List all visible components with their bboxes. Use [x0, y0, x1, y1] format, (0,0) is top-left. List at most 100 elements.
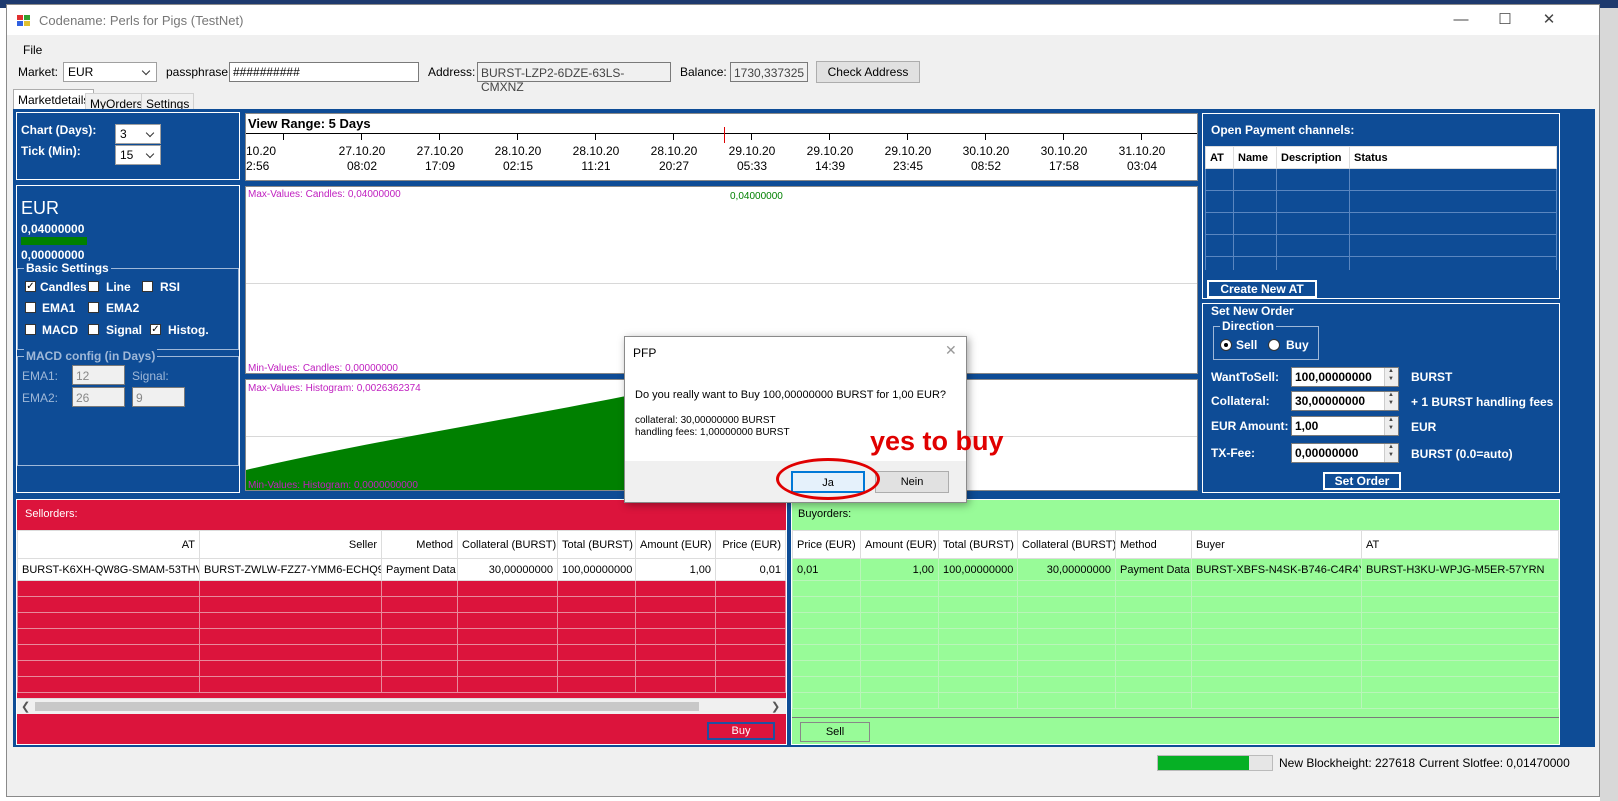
column-header[interactable]: Collateral (BURST)	[457, 530, 558, 559]
column-header[interactable]: Description	[1276, 146, 1350, 169]
sell-radio[interactable]	[1220, 339, 1232, 351]
tx-fee-input[interactable]: 0,00000000	[1291, 443, 1399, 463]
minimize-icon[interactable]: —	[1441, 9, 1481, 31]
maximize-icon[interactable]: ☐	[1485, 9, 1525, 31]
create-new-at-button[interactable]: Create New AT	[1207, 280, 1317, 298]
scroll-left-icon[interactable]: ❮	[21, 700, 30, 713]
column-header[interactable]: Status	[1349, 146, 1557, 169]
table-row[interactable]	[17, 628, 786, 645]
column-header[interactable]: Price (EUR)	[792, 530, 861, 559]
tick-time: 17:58	[1048, 159, 1080, 173]
scroll-right-icon[interactable]: ❯	[771, 700, 780, 713]
table-row[interactable]	[792, 644, 1559, 661]
want-to-sell-input[interactable]: 100,00000000	[1291, 367, 1399, 387]
table-row[interactable]	[792, 676, 1559, 693]
check-address-button[interactable]: Check Address	[816, 61, 920, 83]
progress-fill	[1158, 756, 1250, 770]
timeline-tick	[1063, 133, 1064, 140]
buyorders-table[interactable]: Price (EUR) Amount (EUR) Total (BURST) C…	[792, 530, 1559, 718]
column-header[interactable]: Method	[381, 530, 458, 559]
table-row[interactable]	[792, 612, 1559, 629]
signal-checkbox[interactable]	[88, 324, 99, 335]
payment-channels-table[interactable]: AT Name Description Status	[1205, 146, 1557, 270]
table-row[interactable]	[17, 612, 786, 629]
buy-radio[interactable]	[1268, 339, 1280, 351]
column-header[interactable]: Seller	[199, 530, 382, 559]
ema1-config-input[interactable]: 12	[72, 365, 125, 385]
tick-time: 23:45	[892, 159, 924, 173]
column-header[interactable]: AT	[1205, 146, 1234, 169]
tick-time: 03:04	[1126, 159, 1158, 173]
spinner-icon[interactable]	[1384, 417, 1398, 435]
macd-checkbox[interactable]	[25, 324, 36, 335]
ema1-checkbox[interactable]	[25, 302, 36, 313]
chart-days-select[interactable]: 3	[115, 124, 161, 144]
tick-value: 15	[120, 148, 134, 162]
column-header[interactable]: Price (EUR)	[715, 530, 786, 559]
column-header[interactable]: AT	[1361, 530, 1559, 559]
ema2-config-input[interactable]: 26	[72, 387, 125, 407]
column-header[interactable]: Amount (EUR)	[860, 530, 939, 559]
signal-config-label: Signal:	[132, 369, 169, 383]
table-row[interactable]	[1205, 168, 1557, 191]
no-button[interactable]: Nein	[875, 471, 949, 493]
ema2-checkbox[interactable]	[88, 302, 99, 313]
histog-checkbox[interactable]: ✓	[150, 324, 161, 335]
tick-select[interactable]: 15	[115, 145, 161, 165]
table-row[interactable]	[1205, 212, 1557, 235]
horizontal-scrollbar[interactable]: ❮ ❯	[17, 698, 786, 714]
sellorders-table[interactable]: AT Seller Method Collateral (BURST) Tota…	[17, 530, 786, 706]
column-header[interactable]: Amount (EUR)	[635, 530, 716, 559]
close-icon[interactable]: ✕	[1529, 9, 1569, 31]
market-info-panel: EUR 0,04000000 0,00000000 Basic Settings…	[16, 185, 240, 493]
table-row[interactable]	[17, 660, 786, 677]
spinner-icon[interactable]	[1384, 392, 1398, 410]
column-header[interactable]: Buyer	[1191, 530, 1362, 559]
table-row[interactable]	[1205, 234, 1557, 257]
table-row[interactable]	[792, 628, 1559, 645]
set-order-button[interactable]: Set Order	[1323, 472, 1401, 490]
title-bar[interactable]: Codename: Perls for Pigs (TestNet) — ☐ ✕	[7, 5, 1599, 35]
table-row[interactable]	[17, 580, 786, 597]
table-row[interactable]: 0,01 1,00 100,00000000 30,00000000 Payme…	[792, 558, 1559, 581]
table-row[interactable]	[17, 644, 786, 661]
column-header[interactable]: AT	[17, 530, 200, 559]
column-header[interactable]: Total (BURST)	[938, 530, 1018, 559]
table-row[interactable]	[17, 676, 786, 693]
spinner-icon[interactable]	[1384, 444, 1398, 462]
table-row[interactable]	[792, 596, 1559, 613]
tick-date: 29.10.20	[884, 144, 932, 158]
balance-field[interactable]: 1730,337325	[730, 62, 808, 82]
tab-marketdetails[interactable]: Marketdetails	[13, 89, 95, 111]
column-header[interactable]: Name	[1233, 146, 1277, 169]
eur-amount-input[interactable]: 1,00	[1291, 416, 1399, 436]
column-header[interactable]: Collateral (BURST)	[1017, 530, 1116, 559]
collateral-input[interactable]: 30,00000000	[1291, 391, 1399, 411]
market-value-1: 0,04000000	[21, 222, 85, 236]
direction-title: Direction	[1220, 319, 1277, 333]
table-row[interactable]	[17, 596, 786, 613]
address-field[interactable]: BURST-LZP2-6DZE-63LS-CMXNZ	[477, 62, 671, 94]
candles-checkbox[interactable]: ✓	[25, 281, 36, 292]
column-header[interactable]: Total (BURST)	[557, 530, 636, 559]
timeline[interactable]: View Range: 5 Days 10.20 2:56 27.10.20 08:0…	[245, 113, 1198, 181]
menu-file[interactable]: File	[23, 43, 42, 57]
table-row[interactable]	[1205, 256, 1557, 270]
sell-button[interactable]: Sell	[800, 722, 870, 742]
buy-button[interactable]: Buy	[707, 722, 775, 740]
table-row[interactable]	[792, 580, 1559, 597]
passphrase-input[interactable]: ##########	[229, 62, 419, 82]
column-header[interactable]: Method	[1115, 530, 1192, 559]
rsi-checkbox[interactable]	[142, 281, 153, 292]
table-row[interactable]	[792, 660, 1559, 677]
timeline-cursor	[724, 127, 725, 143]
signal-config-input[interactable]: 9	[132, 387, 185, 407]
table-row[interactable]	[1205, 190, 1557, 213]
line-checkbox[interactable]	[88, 281, 99, 292]
spinner-icon[interactable]	[1384, 368, 1398, 386]
table-row[interactable]	[792, 692, 1559, 709]
table-row[interactable]: BURST-K6XH-QW8G-SMAM-53THV BURST-ZWLW-FZ…	[17, 558, 786, 581]
market-select[interactable]: EUR	[63, 62, 157, 82]
close-icon[interactable]: ✕	[945, 342, 957, 359]
scrollbar-thumb[interactable]	[35, 702, 699, 711]
